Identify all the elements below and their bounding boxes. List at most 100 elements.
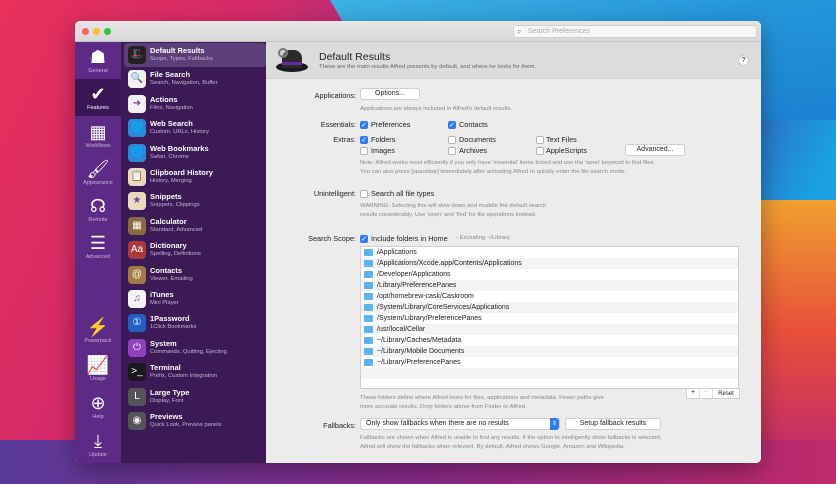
folder-row[interactable]: /Developer/Applications (361, 269, 738, 280)
feature-item-web-bookmarks[interactable]: 🌐 Web Bookmarks Safari, Chrome (124, 141, 266, 165)
globe-search-icon: 🌐 (128, 119, 146, 138)
feature-item-contacts[interactable]: @ Contacts Viewer, Emailing (124, 263, 266, 287)
sidebar-item-label: Help (92, 414, 104, 420)
close-button[interactable] (82, 28, 89, 35)
feature-item-terminal[interactable]: >_ Terminal Prefix, Custom Integration (124, 360, 266, 384)
feature-item-web-search[interactable]: 🌐 Web Search Custom, URLs, History (124, 116, 266, 140)
text-files-checkbox[interactable] (536, 136, 544, 144)
feature-item-itunes[interactable]: ♫ iTunes Mini Player (124, 287, 266, 311)
1password-icon: ① (128, 314, 146, 333)
sidebar-item-label: Appearance (83, 180, 113, 186)
folder-row[interactable]: /Library/PreferencePanes (361, 280, 738, 291)
sidebar-item-help[interactable]: ⊕ Help (75, 388, 121, 425)
applescripts-checkbox[interactable] (536, 147, 544, 155)
sidebar-item-label: Features (87, 105, 109, 111)
warning-note: results considerably. Use 'open' and 'fi… (360, 212, 537, 218)
feature-item-calculator[interactable]: ▦ Calculator Standard, Advanced (124, 214, 266, 238)
advanced-button[interactable]: Advanced... (625, 144, 685, 156)
folder-row[interactable]: ~/Library/Caches/Metadata (361, 335, 738, 346)
minimize-button[interactable] (93, 28, 100, 35)
documents-checkbox[interactable] (448, 136, 456, 144)
feature-item-1password[interactable]: ① 1Password 1Click Bookmarks (124, 311, 266, 335)
search-all-file-types-label: Search all file types (371, 189, 435, 198)
folder-row[interactable]: /System/Library/CoreServices/Application… (361, 302, 738, 313)
images-label: Images (371, 146, 395, 155)
folder-row[interactable]: ~/Library/PreferencePanes (361, 357, 738, 368)
sidebar-item-appearance[interactable]: 🖌 Appearance (75, 154, 121, 191)
checkmark-icon: ✔ (90, 84, 106, 104)
folder-path: ~/Library/Mobile Documents (377, 348, 465, 355)
images-checkbox[interactable] (360, 147, 368, 155)
folder-row[interactable]: /Applications/Xcode.app/Contents/Applica… (361, 258, 738, 269)
contacts-checkbox[interactable]: ✓ (448, 121, 456, 129)
sidebar-item-workflows[interactable]: ▦ Workflows (75, 117, 121, 154)
feature-subtitle: Safari, Chrome (150, 153, 189, 160)
dictionary-icon: Aa (128, 241, 146, 260)
applications-note: Applications are always included in Alfr… (360, 106, 513, 112)
large-type-icon: L (128, 387, 146, 406)
feature-item-previews[interactable]: ◉ Previews Quick Look, Preview panels (124, 409, 266, 433)
folder-row[interactable]: ~/Library/Mobile Documents (361, 346, 738, 357)
folders-checkbox[interactable]: ✓ (360, 136, 368, 144)
feature-title: Previews (150, 412, 183, 421)
feature-title: File Search (150, 70, 191, 80)
preferences-label: Preferences (371, 120, 411, 129)
page-title: Default Results (319, 51, 391, 63)
sidebar-item-update[interactable]: ⤓ Update (75, 426, 121, 463)
title-bar: ⌕ Search Preferences (75, 21, 761, 42)
sidebar-item-usage[interactable]: 📈 Usage (75, 350, 121, 387)
folder-row[interactable]: /Applications (361, 247, 738, 258)
fallbacks-select[interactable]: Only show fallbacks when there are no re… (360, 418, 560, 430)
feature-subtitle: Prefix, Custom Integration (150, 373, 218, 380)
folder-path: /Library/PreferencePanes (377, 282, 457, 289)
feature-subtitle: Custom, URLs, History (150, 129, 209, 136)
excluding-note: - Excluding ~/Library (456, 235, 510, 241)
folder-row[interactable]: /System/Library/PreferencePanes (361, 313, 738, 324)
feature-title: Actions (150, 94, 178, 104)
remove-folder-button[interactable]: − (700, 389, 713, 398)
preferences-checkbox[interactable]: ✓ (360, 121, 368, 129)
sidebar-item-features[interactable]: ✔ Features (75, 79, 121, 116)
feature-item-clipboard-history[interactable]: 📋 Clipboard History History, Merging (124, 165, 266, 189)
folder-icon (364, 249, 373, 256)
essentials-label: Essentials: (320, 120, 356, 129)
feature-item-default-results[interactable]: 🎩 Default Results Scope, Types, Fallbacks (124, 43, 266, 67)
search-preferences-input[interactable]: ⌕ Search Preferences (513, 25, 757, 38)
feature-title: Large Type (150, 387, 190, 397)
scope-note: more accurate results. Drop folders abov… (360, 404, 527, 410)
scope-folder-list[interactable]: /Applications/Applications/Xcode.app/Con… (360, 246, 739, 389)
feature-title: Web Search (150, 119, 193, 129)
feature-subtitle: Scope, Types, Fallbacks (150, 56, 213, 62)
sidebar-item-label: Update (89, 452, 107, 458)
help-button[interactable]: ? (738, 55, 749, 66)
zoom-button[interactable] (104, 28, 111, 35)
applescripts-label: AppleScripts (546, 146, 587, 155)
folder-row[interactable]: /opt/homebrew-cask/Caskroom (361, 291, 738, 302)
feature-item-system[interactable]: ⏻ System Commands, Quitting, Ejecting (124, 336, 266, 360)
feature-item-file-search[interactable]: 🔍 File Search Search, Navigation, Buffer (124, 67, 266, 91)
folder-icon (364, 315, 373, 322)
feature-title: Clipboard History (150, 168, 213, 177)
sidebar-item-advanced[interactable]: ☰ Advanced (75, 228, 121, 265)
folders-label: Folders (371, 135, 396, 144)
sidebar-item-general[interactable]: ☗ General (75, 42, 121, 79)
battery-icon: ⚡ (86, 317, 110, 337)
feature-item-actions[interactable]: ➜ Actions Files, Navigation (124, 92, 266, 116)
reset-button[interactable]: Reset (713, 389, 739, 398)
archives-checkbox[interactable] (448, 147, 456, 155)
setup-fallback-button[interactable]: Setup fallback results (565, 418, 661, 430)
feature-subtitle: Search, Navigation, Buffer (150, 80, 218, 87)
chart-icon: 📈 (86, 355, 110, 375)
feature-item-snippets[interactable]: ★ Snippets Snippets, Clippings (124, 189, 266, 213)
sidebar-item-remote[interactable]: ☊ Remote (75, 191, 121, 228)
add-folder-button[interactable]: + (687, 389, 700, 398)
alfred-hat-icon (274, 46, 308, 78)
folder-row[interactable]: /usr/local/Cellar (361, 324, 738, 335)
search-placeholder: Search Preferences (528, 28, 590, 35)
options-button[interactable]: Options... (360, 88, 420, 100)
include-home-checkbox[interactable]: ✓ (360, 235, 368, 243)
feature-item-large-type[interactable]: L Large Type Display, Font (124, 385, 266, 409)
sidebar-item-powerpack[interactable]: ⚡ Powerpack (75, 312, 121, 349)
feature-item-dictionary[interactable]: Aa Dictionary Spelling, Definitions (124, 238, 266, 262)
search-all-file-types-checkbox[interactable] (360, 190, 368, 198)
